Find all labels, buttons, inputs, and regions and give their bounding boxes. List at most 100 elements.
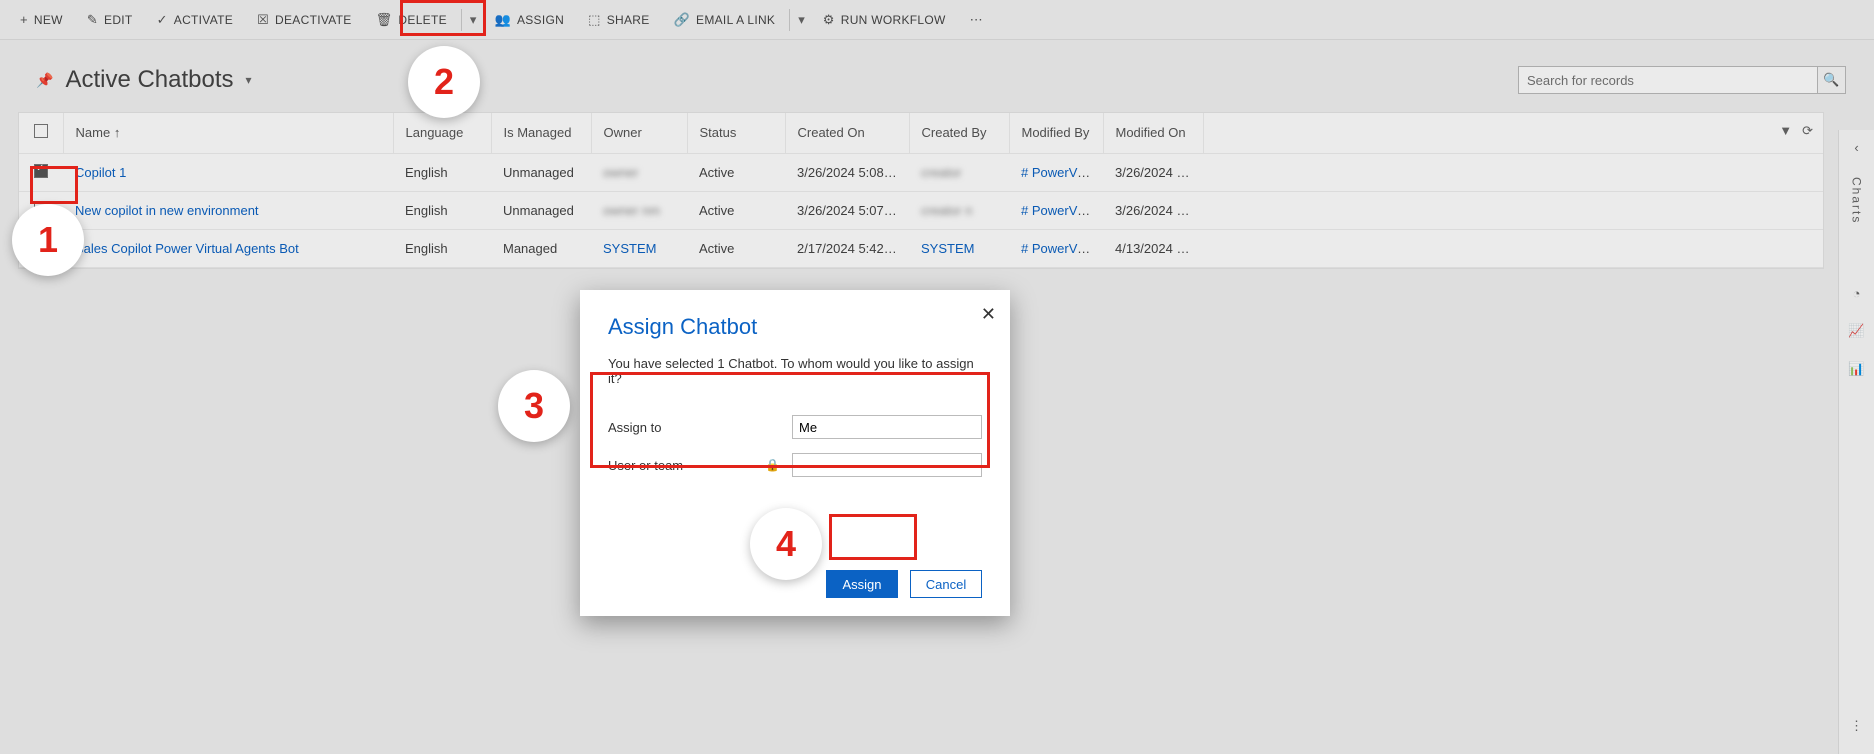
assign-label: ASSIGN bbox=[517, 13, 564, 27]
more-icon: ⋯ bbox=[970, 12, 983, 28]
row-is-managed: Unmanaged bbox=[491, 191, 591, 229]
separator bbox=[461, 9, 462, 31]
col-name[interactable]: Name ↑ bbox=[63, 113, 393, 153]
search-icon: 🔍 bbox=[1823, 72, 1839, 88]
email-link-button[interactable]: 🔗 EMAIL A LINK bbox=[662, 0, 788, 40]
row-owner[interactable]: SYSTEM bbox=[603, 241, 656, 256]
filter-icon[interactable]: ▼ bbox=[1779, 123, 1792, 139]
row-created-on: 3/26/2024 5:07 AM bbox=[785, 191, 909, 229]
col-created-on[interactable]: Created On bbox=[785, 113, 909, 153]
sort-asc-icon: ↑ bbox=[114, 125, 121, 140]
delete-dropdown-icon[interactable]: ▾ bbox=[464, 12, 483, 28]
charts-label[interactable]: Charts bbox=[1850, 177, 1864, 224]
cancel-button[interactable]: Cancel bbox=[910, 570, 982, 598]
col-created-by[interactable]: Created By bbox=[909, 113, 1009, 153]
share-icon: ⬚ bbox=[588, 12, 601, 28]
link-icon: 🔗 bbox=[674, 12, 691, 28]
separator bbox=[789, 9, 790, 31]
assign-icon: 👥 bbox=[494, 12, 511, 28]
chevron-down-icon: ▾ bbox=[246, 73, 252, 87]
email-dropdown-icon[interactable]: ▾ bbox=[792, 12, 811, 28]
refresh-icon[interactable]: ⟳ bbox=[1802, 123, 1813, 139]
grid: ▼ ⟳ Name ↑ Language Is Managed Owner Sta… bbox=[18, 112, 1824, 269]
line-chart-icon[interactable]: 📈 bbox=[1848, 323, 1864, 339]
row-checkbox[interactable] bbox=[34, 164, 48, 178]
row-language: English bbox=[393, 229, 491, 267]
row-created-by[interactable]: creator n bbox=[921, 203, 972, 218]
table-row[interactable]: Sales Copilot Power Virtual Agents Bot E… bbox=[19, 229, 1823, 267]
deactivate-icon: ☒ bbox=[257, 12, 269, 28]
edit-label: EDIT bbox=[104, 13, 133, 27]
select-all-header[interactable] bbox=[19, 113, 63, 153]
assign-to-input[interactable] bbox=[792, 415, 982, 439]
row-is-managed: Unmanaged bbox=[491, 153, 591, 191]
row-name-link[interactable]: New copilot in new environment bbox=[75, 203, 259, 218]
edit-button[interactable]: ✎ EDIT bbox=[75, 0, 145, 40]
delete-button[interactable]: 🗑 DELETE bbox=[364, 0, 459, 40]
row-modified-by[interactable]: # PowerVirtu... bbox=[1021, 241, 1103, 256]
search-button[interactable]: 🔍 bbox=[1818, 66, 1846, 94]
deactivate-button[interactable]: ☒ DEACTIVATE bbox=[245, 0, 364, 40]
row-created-on: 3/26/2024 5:08 AM bbox=[785, 153, 909, 191]
trash-icon: 🗑 bbox=[376, 12, 393, 28]
user-team-input[interactable] bbox=[792, 453, 982, 477]
search-wrap: 🔍 bbox=[1518, 66, 1846, 94]
assign-to-label: Assign to bbox=[608, 420, 754, 435]
close-icon[interactable]: ✕ bbox=[981, 304, 996, 325]
row-owner[interactable]: owner nm bbox=[603, 203, 660, 218]
new-button[interactable]: + NEW bbox=[8, 0, 75, 40]
share-button[interactable]: ⬚ SHARE bbox=[576, 0, 661, 40]
chevron-left-icon[interactable]: ‹ bbox=[1854, 140, 1858, 155]
col-status[interactable]: Status bbox=[687, 113, 785, 153]
row-language: English bbox=[393, 191, 491, 229]
check-icon: ✓ bbox=[157, 12, 168, 28]
grid-header-tools: ▼ ⟳ bbox=[1779, 123, 1813, 139]
search-input[interactable] bbox=[1518, 66, 1818, 94]
share-label: SHARE bbox=[607, 13, 650, 27]
overflow-button[interactable]: ⋯ bbox=[958, 0, 995, 40]
activate-button[interactable]: ✓ ACTIVATE bbox=[145, 0, 246, 40]
row-created-on: 2/17/2024 5:42 AM bbox=[785, 229, 909, 267]
dialog-title: Assign Chatbot bbox=[608, 314, 982, 340]
more-charts-icon[interactable]: ⋮ bbox=[1850, 718, 1863, 734]
run-workflow-button[interactable]: ⚙ RUN WORKFLOW bbox=[811, 0, 958, 40]
col-is-managed[interactable]: Is Managed bbox=[491, 113, 591, 153]
row-created-by[interactable]: creator bbox=[921, 165, 961, 180]
row-created-by[interactable]: SYSTEM bbox=[921, 241, 974, 256]
row-checkbox[interactable] bbox=[34, 202, 48, 216]
row-modified-by[interactable]: # PowerVirtu... bbox=[1021, 203, 1103, 218]
view-title-wrap[interactable]: 📌 Active Chatbots ▾ bbox=[36, 66, 252, 94]
view-title: Active Chatbots bbox=[65, 66, 233, 94]
delete-label: DELETE bbox=[398, 13, 446, 27]
row-modified-by[interactable]: # PowerVirtu... bbox=[1021, 165, 1103, 180]
row-name-link[interactable]: Copilot 1 bbox=[75, 165, 126, 180]
charts-rail: ‹ Charts ◔ 📈 📊 ⋮ bbox=[1838, 130, 1874, 754]
row-checkbox[interactable] bbox=[34, 240, 48, 254]
assign-button[interactable]: 👥 ASSIGN bbox=[482, 0, 576, 40]
col-language[interactable]: Language bbox=[393, 113, 491, 153]
row-status: Active bbox=[687, 229, 785, 267]
col-modified-on[interactable]: Modified On bbox=[1103, 113, 1203, 153]
dialog-form: Assign to User or team 🔒 bbox=[608, 408, 982, 484]
row-status: Active bbox=[687, 153, 785, 191]
pencil-icon: ✎ bbox=[87, 12, 98, 28]
bar-chart-icon[interactable]: 📊 bbox=[1848, 361, 1864, 377]
dialog-subtitle: You have selected 1 Chatbot. To whom wou… bbox=[608, 356, 982, 386]
col-modified-by[interactable]: Modified By bbox=[1009, 113, 1103, 153]
assign-confirm-button[interactable]: Assign bbox=[826, 570, 898, 598]
row-owner[interactable]: owner bbox=[603, 165, 638, 180]
table-row[interactable]: New copilot in new environment English U… bbox=[19, 191, 1823, 229]
col-owner[interactable]: Owner bbox=[591, 113, 687, 153]
row-name-link[interactable]: Sales Copilot Power Virtual Agents Bot bbox=[75, 241, 299, 256]
table-row[interactable]: Copilot 1 English Unmanaged owner Active… bbox=[19, 153, 1823, 191]
command-bar: + NEW ✎ EDIT ✓ ACTIVATE ☒ DEACTIVATE 🗑 D… bbox=[0, 0, 1874, 40]
annotation-circle-3: 3 bbox=[498, 370, 570, 442]
row-is-managed: Managed bbox=[491, 229, 591, 267]
assign-dialog: Assign Chatbot ✕ You have selected 1 Cha… bbox=[580, 290, 1010, 616]
workflow-icon: ⚙ bbox=[823, 12, 835, 28]
plus-icon: + bbox=[20, 12, 28, 27]
row-modified-on: 3/26/2024 5:... bbox=[1103, 191, 1203, 229]
pie-chart-icon[interactable]: ◔ bbox=[1853, 286, 1861, 301]
run-workflow-label: RUN WORKFLOW bbox=[841, 13, 946, 27]
view-header: 📌 Active Chatbots ▾ 🔍 bbox=[0, 40, 1874, 112]
